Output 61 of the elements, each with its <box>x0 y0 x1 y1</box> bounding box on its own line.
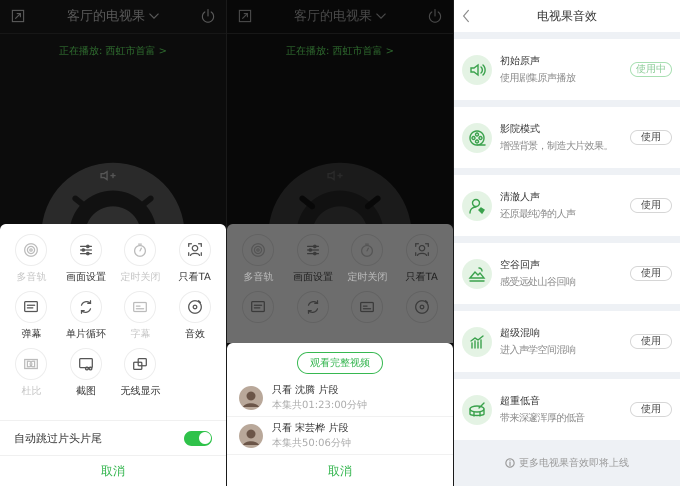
effect-name: 影院模式 <box>500 122 541 136</box>
info-note: 更多电视果音效即将上线 <box>519 456 629 470</box>
clip-title: 只看 沈腾 片段 <box>272 384 340 397</box>
effect-description: 进入声学空间混响 <box>500 344 576 357</box>
avatar <box>239 424 263 448</box>
disc-icon <box>186 298 204 316</box>
cast-icon <box>131 355 150 373</box>
target-icon <box>249 241 268 259</box>
effect-description: 带来深邃浑厚的低音 <box>500 412 586 425</box>
menu-option[interactable]: 无线显示 <box>113 348 168 398</box>
menu-option[interactable]: 只看TA <box>168 234 222 284</box>
power-icon[interactable] <box>427 8 443 24</box>
expand-icon[interactable] <box>10 8 26 24</box>
power-icon[interactable] <box>200 8 216 24</box>
menu-option[interactable]: 画面设置 <box>58 234 113 284</box>
now-playing-link[interactable]: 正在播放: 西虹市首富 > <box>58 44 168 58</box>
effect-name: 初始原声 <box>500 54 541 68</box>
use-button[interactable]: 使用中 <box>630 62 672 77</box>
drum-icon <box>467 400 487 420</box>
use-button[interactable]: 使用 <box>630 402 672 417</box>
effect-description: 感受远处山谷回响 <box>500 276 576 289</box>
clip-title: 只看 宋芸桦 片段 <box>272 422 350 435</box>
person-focus-icon <box>412 241 431 259</box>
chevron-down-icon <box>149 12 159 20</box>
page-title: 电视果音效 <box>537 8 597 24</box>
info-icon <box>505 458 515 468</box>
menu-option[interactable]: 只看TA <box>394 234 449 284</box>
menu-option[interactable]: 音效 <box>168 291 222 341</box>
use-button[interactable]: 使用 <box>630 198 672 213</box>
disc-icon <box>412 298 431 316</box>
menu-option[interactable]: 截图 <box>58 348 113 398</box>
target-icon <box>22 241 40 259</box>
effect-description: 增强背景，制造大片效果。 <box>500 140 614 153</box>
back-icon[interactable] <box>462 9 470 23</box>
toggle-switch[interactable] <box>184 430 212 446</box>
effect-description: 使用剧集原声播放 <box>500 72 576 85</box>
film-reel-icon <box>467 128 487 148</box>
now-playing-link[interactable]: 正在播放: 西虹市首富 > <box>286 44 394 58</box>
clip-option[interactable]: 只看 沈腾 片段 本集共01:23:00分钟 <box>227 379 453 417</box>
effect-description: 还原最纯净的人声 <box>500 208 577 221</box>
menu-option[interactable]: 单片循环 <box>58 291 113 341</box>
device-selector[interactable]: 客厅的电视果 <box>294 7 386 26</box>
clip-duration: 本集共50:06分钟 <box>272 436 351 450</box>
use-button[interactable]: 使用 <box>630 334 672 349</box>
avatar <box>239 386 263 410</box>
toggle-label: 自动跳过片头片尾 <box>14 430 102 446</box>
effect-name: 清澈人声 <box>500 190 541 204</box>
effect-name: 超级混响 <box>500 326 541 340</box>
watch-full-button[interactable]: 观看完整视频 <box>297 352 383 374</box>
menu-option[interactable]: 弹幕 <box>4 291 58 341</box>
clip-duration: 本集共01:23:00分钟 <box>272 398 367 412</box>
effect-name: 空谷回声 <box>500 258 541 272</box>
use-button[interactable]: 使用 <box>630 266 672 281</box>
device-selector[interactable]: 客厅的电视果 <box>67 7 159 26</box>
clip-option[interactable]: 只看 宋芸桦 片段 本集共50:06分钟 <box>227 417 453 455</box>
chevron-down-icon <box>376 12 386 20</box>
use-button[interactable]: 使用 <box>630 130 672 145</box>
effect-name: 超重低音 <box>500 394 541 408</box>
menu-option[interactable]: 画面设置 <box>286 234 340 284</box>
expand-icon[interactable] <box>237 8 253 24</box>
person-focus-icon <box>186 241 204 259</box>
